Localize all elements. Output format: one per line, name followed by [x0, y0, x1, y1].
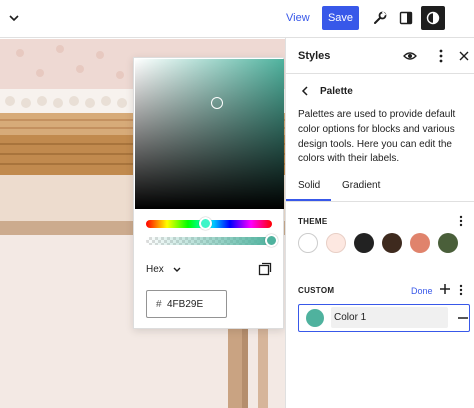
hex-value: 4FB29E — [167, 299, 204, 310]
styles-button[interactable] — [421, 6, 445, 30]
plus-icon[interactable] — [438, 282, 452, 296]
alpha-slider-handle[interactable] — [265, 234, 278, 247]
theme-options-button[interactable] — [455, 214, 467, 228]
navigator-header: Palette — [298, 84, 468, 100]
hex-prefix: # — [156, 299, 162, 310]
tab-gradient[interactable]: Gradient — [342, 180, 380, 191]
minus-icon[interactable] — [457, 310, 469, 326]
color-picker-popover: Hex # 4FB29E — [133, 57, 284, 329]
theme-swatch[interactable] — [354, 233, 374, 253]
palette-tabs: Solid Gradient — [286, 174, 474, 202]
chevron-down-icon[interactable] — [172, 264, 182, 274]
custom-color-swatch[interactable] — [306, 309, 324, 327]
palette-description: Palettes are used to provide default col… — [298, 109, 456, 165]
kebab-menu-icon — [439, 49, 443, 63]
alpha-slider[interactable] — [146, 237, 272, 245]
kebab-menu-icon — [459, 215, 463, 227]
chevron-left-icon[interactable] — [298, 84, 312, 98]
settings-sidebar-button[interactable] — [394, 6, 418, 30]
sidebar-toggle-icon — [399, 11, 413, 25]
theme-swatch[interactable] — [326, 233, 346, 253]
theme-swatch[interactable] — [410, 233, 430, 253]
palette-title: Palette — [320, 86, 353, 97]
color-mode-select[interactable]: Hex — [146, 264, 164, 275]
copy-icon[interactable] — [258, 262, 272, 276]
editor-toolbar: View Save — [0, 0, 474, 38]
sidebar-title: Styles — [298, 50, 331, 62]
tools-button[interactable] — [368, 6, 392, 30]
wrench-icon — [374, 11, 387, 24]
theme-swatch[interactable] — [438, 233, 458, 253]
more-options-button[interactable] — [433, 48, 449, 64]
kebab-menu-icon — [459, 284, 463, 296]
saturation-handle[interactable] — [211, 97, 223, 109]
sidebar-header: Styles — [286, 38, 474, 74]
theme-swatch[interactable] — [298, 233, 318, 253]
color-name: Color 1 — [334, 312, 367, 323]
tab-solid[interactable]: Solid — [298, 180, 320, 191]
close-icon — [459, 51, 469, 61]
custom-color-row[interactable]: Color 1 — [298, 304, 470, 332]
eye-icon — [403, 52, 417, 60]
hue-slider-handle[interactable] — [199, 217, 212, 230]
active-tab-indicator — [286, 199, 331, 201]
chevron-down-icon[interactable] — [6, 10, 22, 26]
saturation-area[interactable] — [135, 59, 284, 209]
custom-options-button[interactable] — [455, 283, 467, 297]
theme-swatches — [298, 233, 463, 255]
style-book-button[interactable] — [402, 48, 418, 64]
styles-contrast-icon — [426, 11, 440, 25]
done-button[interactable]: Done — [411, 286, 433, 296]
styles-sidebar: Styles Palette Palettes are used to prov… — [285, 38, 474, 408]
view-link[interactable]: View — [286, 12, 310, 24]
theme-section-label: THEME — [298, 217, 328, 226]
hex-color-input[interactable]: # 4FB29E — [146, 290, 227, 318]
custom-section-label: CUSTOM — [298, 286, 335, 295]
theme-swatch[interactable] — [382, 233, 402, 253]
save-button[interactable]: Save — [322, 6, 359, 30]
color-name-input[interactable]: Color 1 — [331, 307, 448, 328]
close-sidebar-button[interactable] — [456, 48, 472, 64]
